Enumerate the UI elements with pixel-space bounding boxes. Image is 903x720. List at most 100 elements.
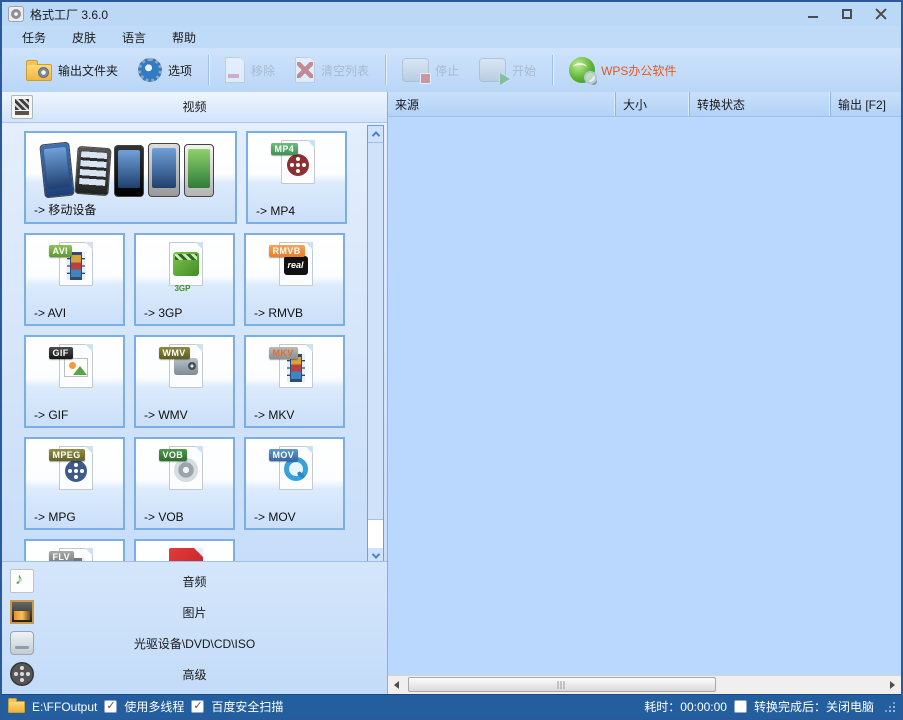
menu-bar: 任务 皮肤 语言 帮助 (2, 26, 901, 48)
remove-button[interactable]: 移除 (215, 51, 285, 89)
chevron-up-icon (371, 131, 379, 139)
menu-language[interactable]: 语言 (122, 29, 146, 46)
toolbar-separator (385, 55, 386, 85)
status-bar: E:\FFOutput 使用多线程 百度安全扫描 耗时：00:00:00 转换完… (2, 694, 901, 718)
arrow-left-icon (394, 681, 399, 689)
maximize-icon[interactable] (841, 8, 853, 20)
scroll-right-button[interactable] (884, 676, 901, 694)
flv-file-icon: FLV (53, 548, 97, 561)
rmvb-file-icon: real RMVB (273, 242, 317, 294)
menu-task[interactable]: 任务 (22, 29, 46, 46)
convert-to-swf[interactable]: f (134, 539, 235, 561)
stop-icon (402, 58, 429, 82)
toolbar: 输出文件夹 选项 移除 清空列表 停止 开始 WPS办公软件 (2, 48, 901, 92)
convert-to-mpg[interactable]: MPEG -> MPG (24, 437, 125, 530)
mp4-file-icon: MP4 (275, 140, 319, 192)
disc-drive-icon (10, 631, 34, 655)
format-grid-scrollbar[interactable] (367, 125, 384, 561)
folder-icon (26, 64, 52, 81)
app-window: 格式工厂 3.6.0 任务 皮肤 语言 帮助 输出文件夹 选项 移除 清空列表 (0, 0, 903, 720)
remove-icon (225, 57, 245, 83)
title-bar: 格式工厂 3.6.0 (2, 2, 901, 26)
clear-list-icon (295, 57, 315, 83)
multithread-label: 使用多线程 (124, 698, 184, 715)
start-icon (479, 58, 506, 82)
resize-grip[interactable] (885, 702, 895, 712)
elapsed-time: 耗时：00:00:00 (644, 698, 727, 715)
mobile-devices-icon (40, 141, 220, 199)
convert-to-mobile-device[interactable]: -> 移动设备 (24, 131, 237, 224)
clear-list-button[interactable]: 清空列表 (285, 51, 379, 89)
swf-flash-icon: f (163, 548, 207, 561)
scroll-left-button[interactable] (388, 676, 405, 694)
task-list-body[interactable] (388, 117, 901, 675)
vob-file-icon: VOB (163, 446, 207, 498)
convert-to-gif[interactable]: GIF -> GIF (24, 335, 125, 428)
convert-to-rmvb[interactable]: real RMVB -> RMVB (244, 233, 345, 326)
convert-to-mp4[interactable]: MP4 -> MP4 (246, 131, 347, 224)
audio-icon (10, 569, 34, 593)
multithread-checkbox[interactable] (104, 700, 117, 713)
options-button[interactable]: 选项 (128, 51, 202, 89)
shutdown-label: 转换完成后：关闭电脑 (754, 698, 874, 715)
category-audio[interactable]: 音频 (2, 566, 387, 597)
window-title: 格式工厂 3.6.0 (30, 6, 108, 23)
convert-to-3gp[interactable]: 3GP -> 3GP (134, 233, 235, 326)
close-icon[interactable] (875, 8, 887, 20)
category-picture[interactable]: 图片 (2, 597, 387, 628)
convert-to-flv[interactable]: FLV -> FLV (24, 539, 125, 561)
output-folder-button[interactable]: 输出文件夹 (16, 51, 128, 89)
video-section-header[interactable]: 视频 (2, 92, 387, 123)
convert-to-wmv[interactable]: WMV -> WMV (134, 335, 235, 428)
gear-icon (138, 58, 162, 82)
scrollbar-track[interactable] (368, 520, 383, 548)
main-area: 视频 -> 移动设备 (2, 92, 901, 694)
task-list-panel: 来源 大小 转换状态 输出 [F2] (387, 92, 901, 694)
column-source[interactable]: 来源 (388, 92, 616, 116)
wps-office-button[interactable]: WPS办公软件 (559, 51, 686, 89)
category-rom-dvd-cd-iso[interactable]: 光驱设备\DVD\CD\ISO (2, 628, 387, 659)
output-path-folder-icon (8, 701, 25, 713)
scroll-down-button[interactable] (368, 548, 383, 561)
video-section-label: 视频 (182, 98, 206, 115)
scroll-up-button[interactable] (368, 126, 383, 142)
stop-button[interactable]: 停止 (392, 51, 469, 89)
column-output[interactable]: 输出 [F2] (831, 92, 901, 116)
baidu-scan-label: 百度安全扫描 (211, 698, 283, 715)
convert-to-mov[interactable]: MOV -> MOV (244, 437, 345, 530)
shutdown-checkbox[interactable] (734, 700, 747, 713)
convert-to-vob[interactable]: VOB -> VOB (134, 437, 235, 530)
toolbar-separator (552, 55, 553, 85)
baidu-scan-checkbox[interactable] (191, 700, 204, 713)
category-advanced[interactable]: 高级 (2, 659, 387, 690)
format-grid: -> 移动设备 MP4 -> MP4 (2, 123, 387, 561)
task-list-hscrollbar[interactable] (388, 675, 901, 694)
category-list: 音频 图片 光驱设备\DVD\CD\ISO 高级 (2, 561, 387, 694)
chevron-down-icon (371, 550, 379, 558)
output-path[interactable]: E:\FFOutput (32, 700, 97, 714)
mkv-file-icon: MKV (273, 344, 317, 396)
minimize-icon[interactable] (807, 8, 819, 20)
toolbar-separator (208, 55, 209, 85)
clapperboard-icon (11, 95, 33, 119)
arrow-right-icon (890, 681, 895, 689)
scrollbar-thumb[interactable] (368, 142, 383, 520)
convert-to-avi[interactable]: AVI -> AVI (24, 233, 125, 326)
wps-globe-icon (569, 57, 595, 83)
window-controls (807, 8, 895, 20)
column-size[interactable]: 大小 (616, 92, 690, 116)
wmv-file-icon: WMV (163, 344, 207, 396)
start-button[interactable]: 开始 (469, 51, 546, 89)
mpg-file-icon: MPEG (53, 446, 97, 498)
menu-help[interactable]: 帮助 (172, 29, 196, 46)
app-icon (8, 6, 24, 22)
column-status[interactable]: 转换状态 (690, 92, 831, 116)
picture-icon (10, 600, 34, 624)
gif-file-icon: GIF (53, 344, 97, 396)
mov-file-icon: MOV (273, 446, 317, 498)
format-panel: 视频 -> 移动设备 (2, 92, 387, 694)
3gp-file-icon: 3GP (163, 242, 207, 294)
hscrollbar-thumb[interactable] (408, 677, 716, 692)
menu-skin[interactable]: 皮肤 (72, 29, 96, 46)
convert-to-mkv[interactable]: MKV -> MKV (244, 335, 345, 428)
